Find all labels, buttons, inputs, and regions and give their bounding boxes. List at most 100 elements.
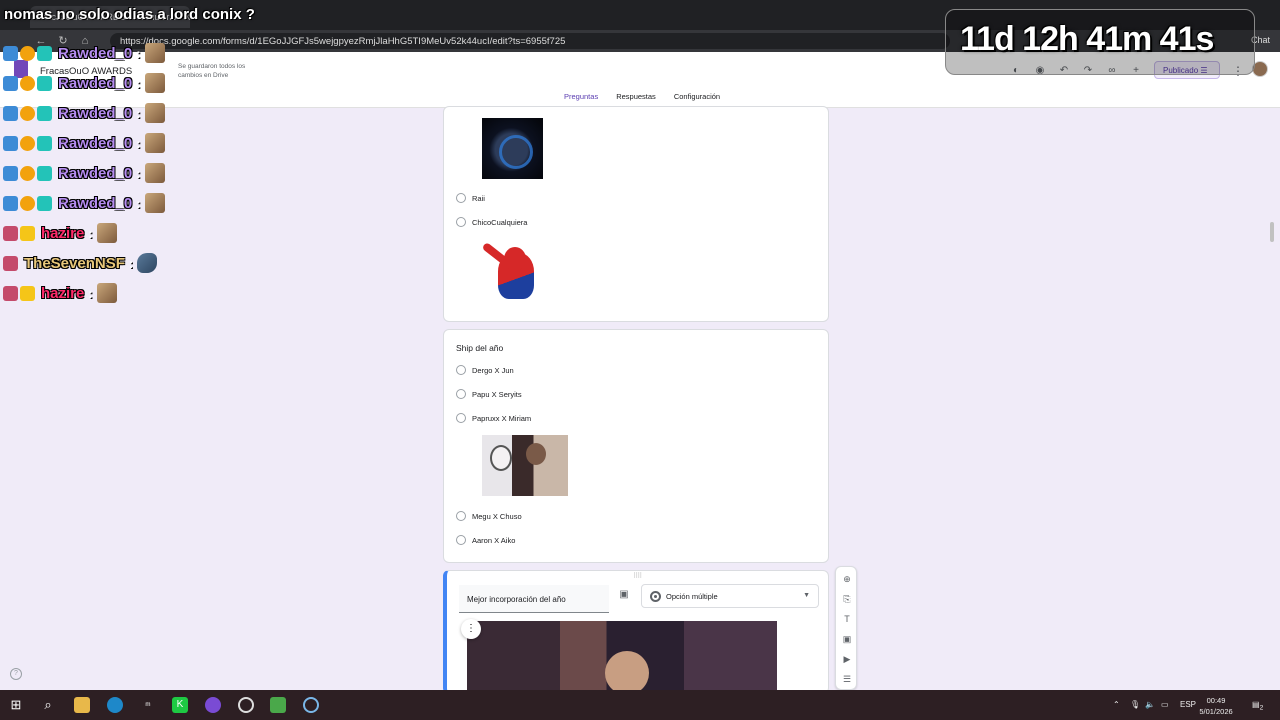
- option-label: Raii: [472, 193, 485, 203]
- active-question-card[interactable]: ⠿⠿ Mejor incorporación del año ▣ Opción …: [443, 570, 829, 695]
- chat-username: TheSevenNSF: [24, 254, 125, 272]
- badge-icon: [3, 255, 18, 271]
- question-image[interactable]: [467, 621, 777, 695]
- emote-icon: [144, 43, 165, 63]
- add-image-icon[interactable]: ▣: [617, 589, 631, 603]
- emote-icon: [137, 253, 158, 273]
- chat-message: hazire:: [3, 278, 183, 308]
- question-card[interactable]: Raii ChicoCualquiera: [443, 106, 829, 322]
- emote-icon: [144, 163, 165, 183]
- chat-username: hazire: [41, 284, 85, 302]
- chat-username: Rawded_0: [58, 74, 133, 92]
- badge-icon: [3, 165, 18, 181]
- add-section-icon[interactable]: ☰: [841, 673, 853, 685]
- option-image: [481, 239, 550, 301]
- add-image-icon[interactable]: ▣: [841, 633, 853, 645]
- scrollbar[interactable]: [1270, 222, 1274, 242]
- chevron-up-icon[interactable]: ⌃: [1113, 700, 1120, 709]
- badge-icon: [20, 105, 35, 121]
- question-type-select[interactable]: Opción múltiple ▼: [641, 584, 819, 608]
- chat-message: Rawded_0:: [3, 68, 183, 98]
- radio-option[interactable]: Dergo X Jun: [456, 363, 514, 377]
- windows-start-icon[interactable]: ⊞: [8, 697, 24, 713]
- import-questions-icon[interactable]: ⎘: [841, 593, 853, 605]
- clock[interactable]: 00:49 5/01/2026: [1196, 695, 1236, 717]
- badge-icon: [20, 135, 35, 151]
- badge-icon: [3, 75, 18, 91]
- help-icon[interactable]: ?: [10, 668, 22, 680]
- badge-icon: [20, 45, 35, 61]
- badge-icon: [37, 165, 52, 181]
- radio-option[interactable]: Megu X Chuso: [456, 509, 522, 523]
- file-explorer-icon[interactable]: [74, 697, 90, 713]
- chat-message: Rawded_0:: [3, 188, 183, 218]
- taskbar: ⊞ ⌕ ᵐ K ⌃ 🎙 🔈 ▭ ESP 00:49 5/01/2026 ▤2: [0, 690, 1280, 720]
- radio-icon[interactable]: [456, 365, 466, 375]
- add-video-icon[interactable]: ▶: [841, 653, 853, 665]
- radio-icon[interactable]: [456, 511, 466, 521]
- radio-icon[interactable]: [456, 389, 466, 399]
- chat-message: hazire:: [3, 218, 183, 248]
- obs-icon[interactable]: [205, 697, 221, 713]
- question-title[interactable]: Ship del año: [456, 343, 503, 353]
- app-icon[interactable]: [303, 697, 319, 713]
- clock-time: 00:49: [1206, 696, 1226, 705]
- radio-option[interactable]: Papruxx X Miriam: [456, 411, 531, 425]
- minecraft-icon[interactable]: [270, 697, 286, 713]
- volume-icon[interactable]: 🔈: [1145, 700, 1155, 709]
- radio-option[interactable]: ChicoCualquiera: [456, 215, 527, 229]
- app-icon[interactable]: ᵐ: [140, 697, 156, 713]
- chrome-icon[interactable]: [238, 697, 254, 713]
- badge-icon: [3, 285, 18, 301]
- floating-toolbar: ⊕ ⎘ T ▣ ▶ ☰: [835, 566, 857, 690]
- emote-icon: [144, 73, 165, 93]
- edge-icon[interactable]: [107, 697, 123, 713]
- badge-icon: [20, 195, 35, 211]
- notification-count: 2: [1259, 704, 1264, 712]
- radio-icon[interactable]: [456, 217, 466, 227]
- chat-message: Rawded_0:: [3, 128, 183, 158]
- badge-icon: [20, 75, 35, 91]
- question-card[interactable]: Ship del año Dergo X Jun Papu X Seryits …: [443, 329, 829, 563]
- notification-icon[interactable]: ▤2: [1252, 700, 1263, 712]
- saved-status: Se guardaron todos los cambios en Drive: [178, 63, 246, 79]
- radio-option[interactable]: Papu X Seryits: [456, 387, 522, 401]
- language-indicator[interactable]: ESP: [1180, 700, 1196, 709]
- option-image: [482, 118, 543, 179]
- kick-icon[interactable]: K: [172, 697, 188, 713]
- image-menu-icon[interactable]: ⋮: [461, 619, 481, 639]
- microphone-icon[interactable]: 🎙: [1130, 700, 1140, 709]
- chat-message: Rawded_0:: [3, 38, 183, 68]
- countdown-timer: 11d 12h 41m 41s: [960, 20, 1214, 58]
- chat-message: Rawded_0:: [3, 98, 183, 128]
- crown-icon: [20, 285, 35, 301]
- radio-icon[interactable]: [456, 193, 466, 203]
- stream-chat-overlay: Rawded_0: Rawded_0: Rawded_0: Rawded_0: …: [3, 38, 183, 308]
- badge-icon: [3, 45, 18, 61]
- add-question-icon[interactable]: ⊕: [841, 573, 853, 585]
- chevron-down-icon: ▼: [803, 592, 810, 599]
- badge-icon: [37, 45, 52, 61]
- chat-username: Rawded_0: [58, 194, 133, 212]
- drag-handle-icon[interactable]: ⠿⠿: [633, 572, 642, 580]
- radio-icon[interactable]: [456, 535, 466, 545]
- badge-icon: [3, 225, 18, 241]
- badge-icon: [3, 135, 18, 151]
- question-title-input[interactable]: Mejor incorporación del año: [459, 585, 609, 613]
- radio-option[interactable]: Aaron X Aiko: [456, 533, 515, 547]
- emote-icon: [144, 133, 165, 153]
- badge-icon: [20, 165, 35, 181]
- badge-icon: [37, 135, 52, 151]
- option-label: Dergo X Jun: [472, 365, 514, 375]
- radio-icon[interactable]: [456, 413, 466, 423]
- search-icon[interactable]: ⌕: [40, 697, 56, 713]
- battery-icon[interactable]: ▭: [1161, 700, 1169, 709]
- option-label: Megu X Chuso: [472, 511, 522, 521]
- add-title-icon[interactable]: T: [841, 613, 853, 625]
- address-bar[interactable]: https://docs.google.com/forms/d/1EGoJJGF…: [110, 33, 950, 49]
- chat-message: TheSevenNSF:: [3, 248, 183, 278]
- radio-option[interactable]: Raii: [456, 191, 485, 205]
- chat-username: Rawded_0: [58, 134, 133, 152]
- chat-username: Rawded_0: [58, 44, 133, 62]
- emote-icon: [96, 223, 117, 243]
